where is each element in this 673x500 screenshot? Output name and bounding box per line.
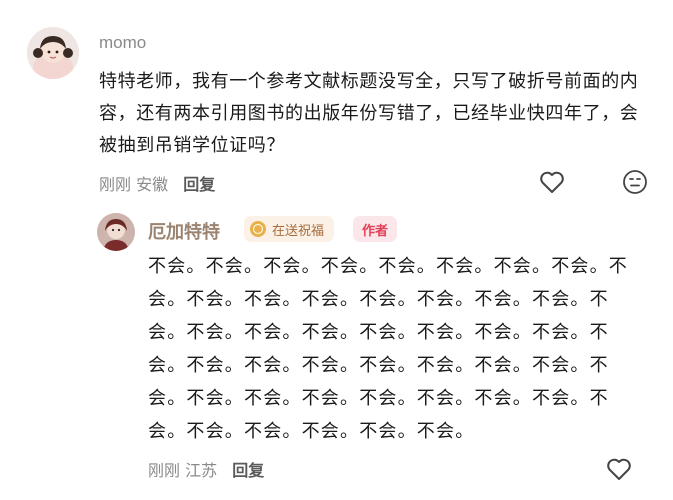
reply-time: 刚刚 [148,461,181,480]
replier-username[interactable]: 厄加特特 [148,218,220,244]
comment-location: 安徽 [136,175,169,194]
reply-meta: 刚刚 江苏 回复 [148,457,264,481]
blessing-badge-label: 在送祝福 [272,223,325,239]
comment-time: 刚刚 [99,175,132,194]
reply-heart-outline-icon[interactable] [604,454,634,484]
comment-reply-button[interactable]: 回复 [183,175,215,194]
reply-location: 江苏 [185,461,218,480]
reply-reply-button[interactable]: 回复 [232,461,264,480]
comment-body: 特特老师，我有一个参考文献标题没写全，只写了破折号前面的内容，还有两本引用图书的… [99,71,639,156]
commenter-username[interactable]: momo [99,33,146,53]
blessing-badge[interactable]: 在送祝福 [244,216,335,242]
heart-outline-icon[interactable] [537,167,567,197]
author-badge: 作者 [353,216,398,242]
reply-body: 不会。不会。不会。不会。不会。不会。不会。不会。不会。不会。不会。不会。不会。不… [148,256,628,442]
blessing-coin-icon [250,221,266,237]
smiley-icon[interactable] [620,167,650,197]
commenter-avatar[interactable] [27,27,79,79]
replier-avatar[interactable] [97,213,135,251]
comment-meta: 刚刚 安徽 回复 [99,171,215,195]
